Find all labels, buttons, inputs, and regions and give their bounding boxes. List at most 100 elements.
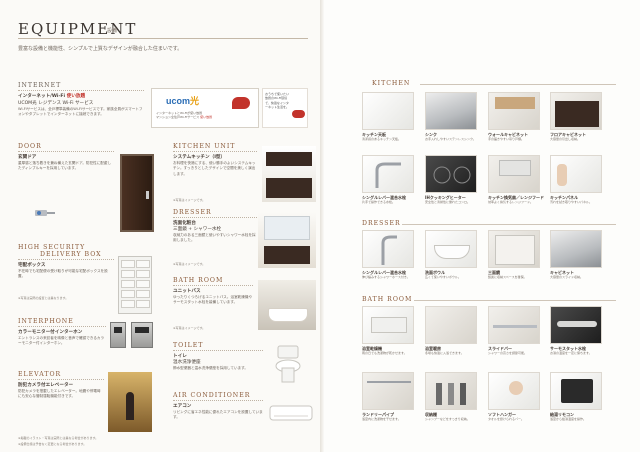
elevator-divider	[18, 379, 104, 380]
dresser-note: ※写真はイメージです。	[173, 262, 206, 266]
dresser-item-photo-3	[488, 230, 540, 268]
kitchen-item-text-4: 大容量の引出し収納。	[550, 137, 581, 141]
ucom-banner: ucom光 インターネットとWi-Fiが使い放題 マンション全住戸Wi-Fiサー…	[151, 88, 259, 128]
kitchen-unit-text: お料理を快適にする、使い勝手のよいシステムキッチン。すっきりとしたデザインで空間…	[173, 161, 256, 176]
interphone-heading: INTERPHONE	[18, 318, 74, 325]
kitchen-item-photo-2	[425, 92, 477, 130]
security-heading-2: DELIVERY BOX	[40, 251, 102, 258]
bath-item-text-1: 雨の日でも洗濯物が乾かせます。	[362, 351, 407, 355]
kitchen-item-text-2: お手入れしやすいステンレスシンク。	[425, 137, 476, 141]
interphone-subheading: カラーモニター付インターホン	[18, 330, 83, 335]
right-kitchen-heading: KITCHEN	[372, 80, 411, 87]
dresser-item-text-3: 鏡裏に収納スペースを確保。	[488, 275, 527, 279]
door-subheading: 玄関ドア	[18, 155, 37, 160]
kitchen-unit-photo	[262, 146, 316, 202]
bath-item-photo-1	[362, 306, 414, 344]
toilet-text: 節水型便器と温水洗浄便座を採用しています。	[173, 366, 248, 370]
dresser-item-photo-2	[425, 230, 477, 268]
air-conditioner-photo	[269, 405, 313, 421]
door-text: 重厚感と落ち着きを兼ね備えた玄関ドア。防犯性に配慮したディンプルキーを採用してい…	[18, 161, 112, 171]
bathroom-photo	[258, 280, 316, 330]
bath-item-text-2: 冬場も快適に入浴できます。	[425, 351, 464, 355]
dresser-subheading-2: 三面鏡 + シャワー水栓	[173, 227, 222, 232]
bathroom-heading: BATH ROOM	[173, 277, 224, 284]
bath-item-photo-8	[550, 372, 602, 410]
door-photo	[120, 154, 154, 232]
bath-item-text-6: シャンプーなどをすっきり収納。	[425, 417, 470, 421]
kitchen-item-photo-6	[425, 155, 477, 193]
page-lead: 豊富な設備と機能性、シンプルで上質なデザインが融合した住まいです。	[18, 46, 183, 52]
kitchen-item-photo-7	[488, 155, 540, 193]
bath-item-photo-2	[425, 306, 477, 344]
footnote-1: ※掲載のイラスト・写真は実際とは異なる場合があります。	[18, 436, 99, 440]
interphone-text: エントランスの来訪者を映像と音声で確認できるカラーモニター付インターホン。	[18, 336, 105, 346]
dimple-key-icon	[35, 210, 55, 216]
dresser-heading: DRESSER	[173, 209, 212, 216]
door-heading: DOOR	[18, 143, 42, 150]
kitchen-item-text-6: 安全性と清掃性に優れたコンロ。	[425, 200, 471, 204]
bath-item-photo-6	[425, 372, 477, 410]
wifi-bubble-card: おうちで使いたい放題のWi-Fi環境で、快適なインターネット生活を。	[262, 88, 308, 128]
kitchen-unit-subheading: システムキッチン（I型）	[173, 155, 226, 160]
elevator-subheading: 防犯カメラ付エレベーター	[18, 383, 74, 388]
bathroom-divider	[173, 285, 253, 286]
right-dresser-heading: DRESSER	[362, 220, 401, 227]
bathroom-note: ※写真はイメージです。	[173, 326, 206, 330]
security-subheading: 宅配ボックス	[18, 263, 46, 268]
right-bathroom-divider	[414, 300, 616, 301]
ih-heater-icon	[433, 166, 471, 184]
air-conditioner-subheading: エアコン	[173, 404, 192, 409]
air-conditioner-text: リビングに省エネ性能に優れたエアコンを設置しています。	[173, 410, 263, 420]
dresser-faucet-icon	[381, 235, 397, 265]
dresser-item-photo-4	[550, 230, 602, 268]
footnote-2: ※設備仕様は予告なく変更になる場合があります。	[18, 442, 87, 446]
security-note: ※写真は実際の設置とは異なります。	[18, 296, 69, 300]
header-divider	[18, 38, 308, 39]
bath-item-text-8: 浴室から給湯温度を操作。	[550, 417, 587, 421]
toilet-photo	[275, 345, 301, 383]
door-handle-icon	[146, 191, 149, 199]
bathtub-icon	[268, 308, 308, 322]
page-title: EQUIPMENT	[18, 20, 138, 38]
kitchen-item-text-7: 効率よく換気するレンジフード。	[488, 200, 533, 204]
kitchen-unit-note: ※写真はイメージです。	[173, 198, 206, 202]
delivery-box-photo	[118, 256, 152, 314]
security-heading-1: HIGH SECURITY	[18, 244, 86, 251]
dresser-divider	[173, 217, 257, 218]
wifi-badge-icon	[292, 110, 305, 118]
person-figure	[126, 392, 134, 420]
dresser-item-text-4: 大容量のスライド収納。	[550, 275, 584, 279]
bath-item-photo-4	[550, 306, 602, 344]
internet-heading: INTERNET	[18, 82, 62, 89]
bath-item-text-3: シャワーの高さを調節可能。	[488, 351, 528, 355]
ucom-note: インターネットとWi-Fiが使い放題 マンション全住戸Wi-Fiサービス 使い放…	[156, 111, 213, 120]
faucet-icon	[375, 162, 401, 188]
bath-item-text-4: お湯の温度を一定に保ちます。	[550, 351, 592, 355]
security-text: 不在時でも宅配便の受け取りが可能な宅配ボックスを設置。	[18, 269, 108, 279]
right-dresser-divider	[402, 224, 616, 225]
internet-divider	[18, 90, 144, 91]
kitchen-item-text-8: 汚れを拭き取りやすいパネル。	[550, 200, 593, 204]
interphone-monitor-photo	[131, 322, 153, 348]
toilet-divider	[173, 350, 263, 351]
internet-subheading-2: UCOM光 レジデンス Wi-Fi サービス	[18, 101, 94, 106]
air-conditioner-divider	[173, 400, 263, 401]
bathroom-text: ゆったりくつろげるユニットバス。浴室乾燥機やサーモスタット水栓を装備しています。	[173, 295, 253, 305]
elevator-photo	[108, 372, 152, 432]
ucom-badge-icon	[232, 97, 250, 109]
bath-item-text-7: タオルを掛けられるバー。	[488, 417, 524, 421]
page-fold	[320, 0, 324, 452]
dresser-item-photo-1	[362, 230, 414, 268]
ucom-logo: ucom光	[166, 96, 200, 106]
kitchen-item-text-3: 手の届きやすい吊り戸棚。	[488, 137, 525, 141]
right-kitchen-divider	[420, 84, 616, 85]
toilet-heading: TOILET	[173, 342, 204, 349]
bath-item-photo-7	[488, 372, 540, 410]
interphone-divider	[18, 326, 106, 327]
kitchen-item-photo-8	[550, 155, 602, 193]
kitchen-item-photo-4	[550, 92, 602, 130]
kitchen-item-photo-5	[362, 155, 414, 193]
kitchen-item-photo-3	[488, 92, 540, 130]
internet-subheading: インターネット/Wi-Fi 使い放題	[18, 94, 86, 99]
dresser-photo	[258, 212, 316, 268]
